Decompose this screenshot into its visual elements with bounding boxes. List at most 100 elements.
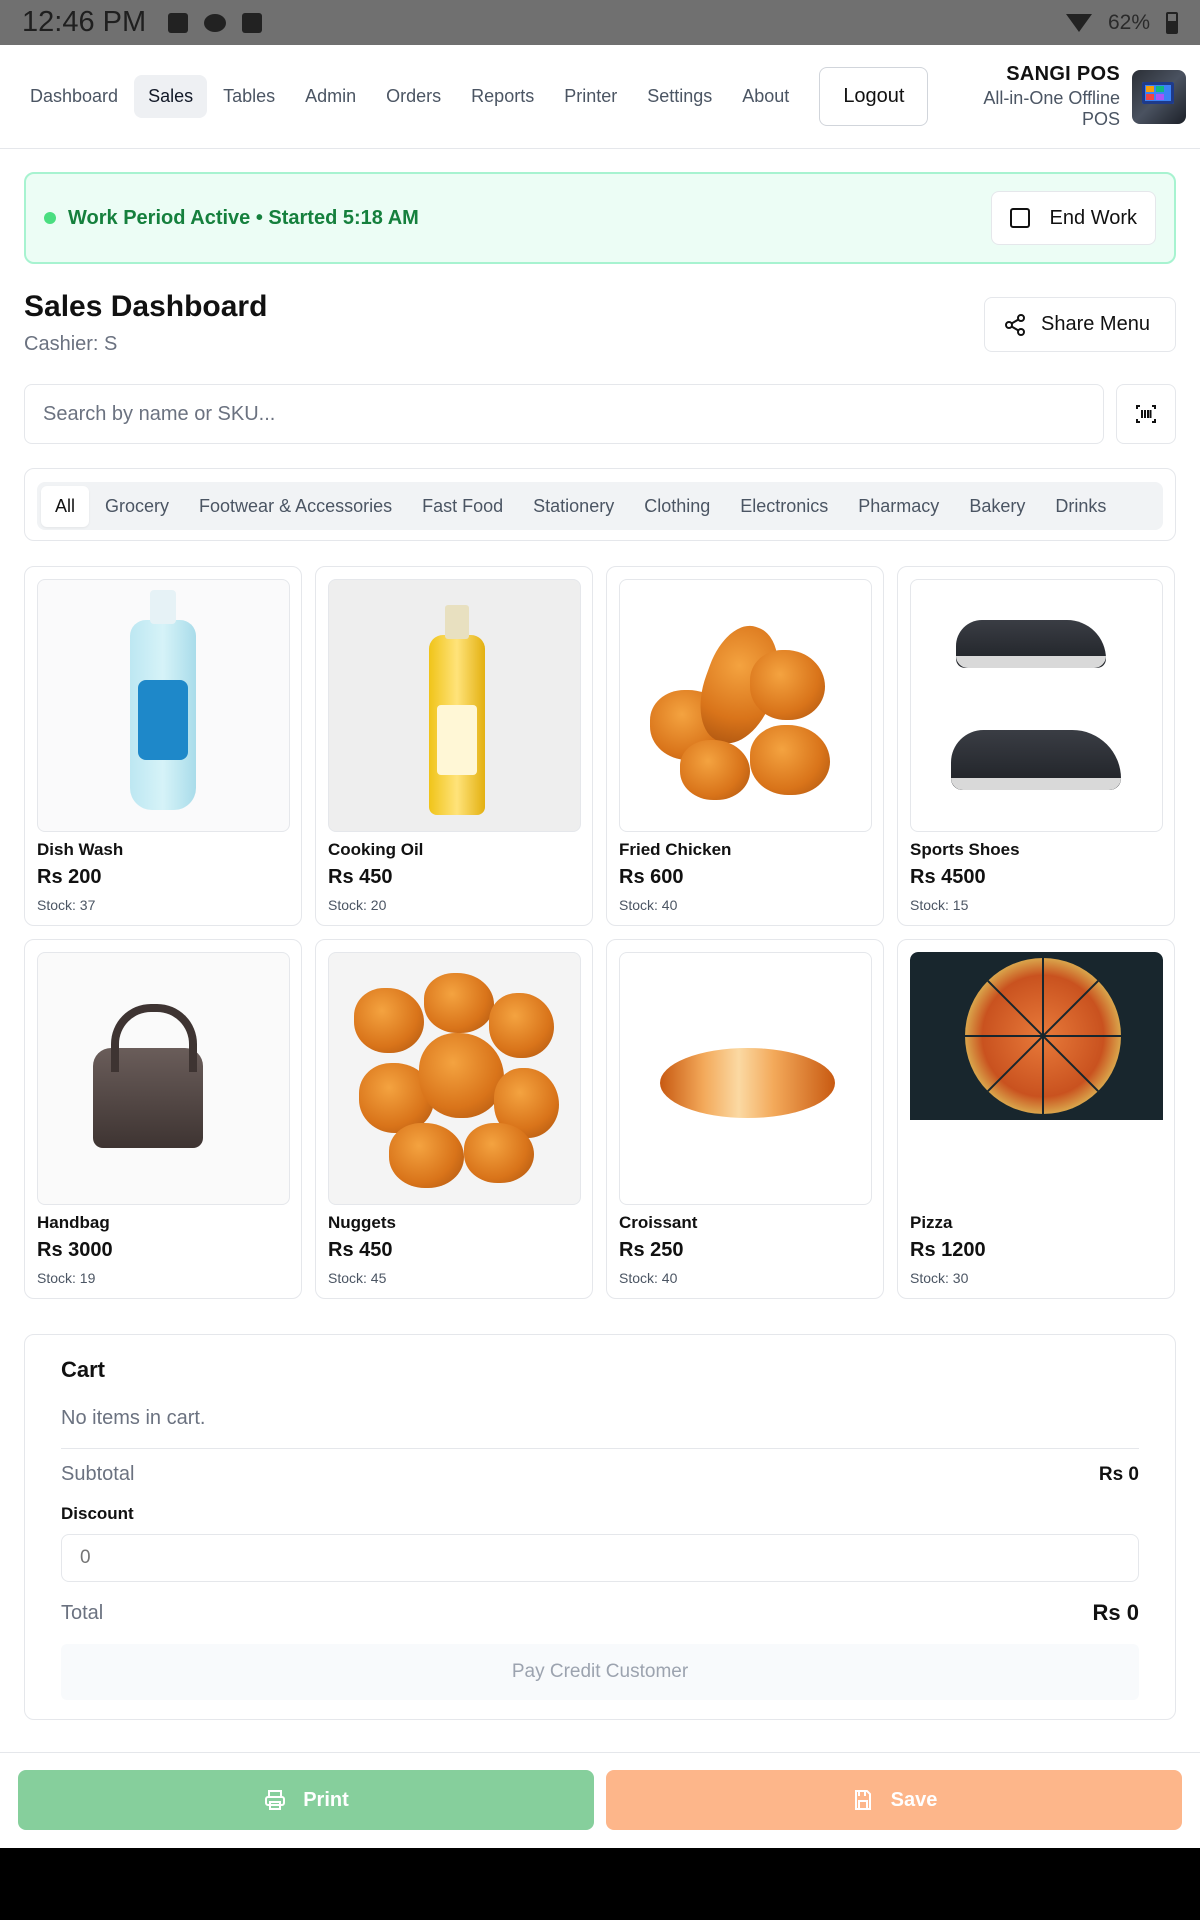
- product-image-handbag: [37, 952, 290, 1205]
- save-button[interactable]: Save: [606, 1770, 1182, 1830]
- product-name: Pizza: [910, 1213, 953, 1232]
- product-name: Nuggets: [328, 1213, 396, 1232]
- cashier-label: Cashier: S: [24, 333, 118, 355]
- end-work-button[interactable]: End Work: [990, 191, 1156, 245]
- barcode-scan-icon: [1136, 405, 1156, 423]
- nav-admin[interactable]: Admin: [291, 75, 370, 118]
- product-stock: Stock: 15: [910, 897, 969, 913]
- nav-reports[interactable]: Reports: [457, 75, 548, 118]
- battery-percent: 62%: [1107, 10, 1150, 34]
- product-image-fried-chicken: [619, 579, 872, 832]
- cart-title: Cart: [61, 1357, 106, 1382]
- product-card[interactable]: Nuggets Rs 450 Stock: 45: [315, 939, 593, 1299]
- product-name: Sports Shoes: [910, 840, 1020, 859]
- wifi-icon: [1065, 13, 1092, 32]
- category-footwear-accessories[interactable]: Footwear & Accessories: [185, 486, 406, 527]
- product-grid: Dish Wash Rs 200 Stock: 37 Cooking Oil R…: [24, 566, 1176, 1299]
- product-stock: Stock: 45: [328, 1270, 387, 1286]
- product-image-nuggets: [328, 952, 581, 1205]
- product-price: Rs 250: [619, 1239, 684, 1261]
- status-time: 12:46 PM: [22, 6, 147, 38]
- print-button[interactable]: Print: [18, 1770, 594, 1830]
- total-label: Total: [61, 1601, 104, 1624]
- product-name: Dish Wash: [37, 840, 124, 859]
- category-bakery[interactable]: Bakery: [955, 486, 1039, 527]
- stop-icon: [1009, 208, 1030, 228]
- nav-sales[interactable]: Sales: [134, 75, 208, 118]
- cloud-icon: [204, 13, 227, 32]
- printer-icon: [265, 1790, 286, 1810]
- cast-icon: [242, 12, 263, 33]
- system-navigation-bar: [0, 1848, 1200, 1920]
- work-period-text: Work Period Active • Started 5:18 AM: [68, 206, 419, 229]
- product-image-sports-shoes: [910, 579, 1163, 832]
- product-stock: Stock: 37: [37, 897, 96, 913]
- cart-empty-message: No items in cart.: [61, 1407, 1139, 1449]
- total-row: Total Rs 0: [61, 1600, 1139, 1626]
- active-status-dot: [44, 212, 56, 224]
- category-grocery[interactable]: Grocery: [91, 486, 183, 527]
- product-price: Rs 450: [328, 1239, 393, 1261]
- share-menu-button[interactable]: Share Menu: [984, 297, 1176, 352]
- product-image-pizza: [910, 952, 1163, 1205]
- action-bar: Print Save: [0, 1752, 1200, 1848]
- product-price: Rs 1200: [910, 1239, 986, 1261]
- product-card[interactable]: Handbag Rs 3000 Stock: 19: [24, 939, 302, 1299]
- category-pharmacy[interactable]: Pharmacy: [844, 486, 953, 527]
- product-name: Handbag: [37, 1213, 110, 1232]
- nav-settings[interactable]: Settings: [633, 75, 726, 118]
- nav-dashboard[interactable]: Dashboard: [16, 75, 132, 118]
- category-clothing[interactable]: Clothing: [630, 486, 724, 527]
- discount-input[interactable]: [61, 1534, 1139, 1582]
- product-card[interactable]: Cooking Oil Rs 450 Stock: 20: [315, 566, 593, 926]
- total-value: Rs 0: [1092, 1600, 1139, 1625]
- nav-printer[interactable]: Printer: [550, 75, 631, 118]
- subtotal-label: Subtotal: [61, 1463, 135, 1485]
- logout-button[interactable]: Logout: [819, 67, 929, 126]
- category-stationery[interactable]: Stationery: [519, 486, 628, 527]
- category-drinks[interactable]: Drinks: [1041, 486, 1120, 527]
- category-filter: All Grocery Footwear & Accessories Fast …: [24, 468, 1176, 541]
- category-all[interactable]: All: [41, 485, 90, 527]
- product-name: Cooking Oil: [328, 840, 424, 859]
- pos-logo: [1132, 69, 1186, 124]
- save-label: Save: [890, 1788, 938, 1811]
- product-card[interactable]: Pizza Rs 1200 Stock: 30: [897, 939, 1175, 1299]
- product-image-croissant: [619, 952, 872, 1205]
- barcode-scan-button[interactable]: [1116, 384, 1176, 444]
- pay-credit-customer-button[interactable]: Pay Credit Customer: [61, 1644, 1139, 1700]
- status-bar: 12:46 PM 62%: [0, 0, 1200, 45]
- product-stock: Stock: 30: [910, 1270, 969, 1286]
- save-icon: [854, 1790, 871, 1810]
- brand-name: SANGI POS: [1006, 63, 1121, 85]
- nav-tables[interactable]: Tables: [209, 75, 289, 118]
- product-price: Rs 4500: [910, 866, 986, 888]
- product-stock: Stock: 20: [328, 897, 387, 913]
- discount-label: Discount: [61, 1504, 134, 1523]
- product-card[interactable]: Sports Shoes Rs 4500 Stock: 15: [897, 566, 1175, 926]
- brand: SANGI POS All-in-One Offline POS: [940, 63, 1120, 130]
- product-stock: Stock: 40: [619, 897, 678, 913]
- category-electronics[interactable]: Electronics: [726, 486, 842, 527]
- product-price: Rs 600: [619, 866, 684, 888]
- battery-icon: [1166, 11, 1178, 34]
- product-image-dish-wash: [37, 579, 290, 832]
- search-input[interactable]: [24, 384, 1104, 444]
- image-icon: [168, 12, 189, 33]
- product-name: Croissant: [619, 1213, 698, 1232]
- top-nav: Dashboard Sales Tables Admin Orders Repo…: [0, 45, 1200, 149]
- product-card[interactable]: Croissant Rs 250 Stock: 40: [606, 939, 884, 1299]
- share-menu-label: Share Menu: [1041, 313, 1150, 335]
- product-card[interactable]: Dish Wash Rs 200 Stock: 37: [24, 566, 302, 926]
- nav-orders[interactable]: Orders: [372, 75, 455, 118]
- print-label: Print: [303, 1788, 349, 1811]
- nav-about[interactable]: About: [728, 75, 803, 118]
- brand-subtitle: All-in-One Offline POS: [983, 88, 1121, 129]
- category-tabs: All Grocery Footwear & Accessories Fast …: [37, 482, 1163, 530]
- work-period-banner: Work Period Active • Started 5:18 AM End…: [24, 172, 1176, 264]
- product-price: Rs 450: [328, 866, 393, 888]
- product-card[interactable]: Fried Chicken Rs 600 Stock: 40: [606, 566, 884, 926]
- product-price: Rs 200: [37, 866, 102, 888]
- category-fast-food[interactable]: Fast Food: [408, 486, 517, 527]
- product-name: Fried Chicken: [619, 840, 732, 859]
